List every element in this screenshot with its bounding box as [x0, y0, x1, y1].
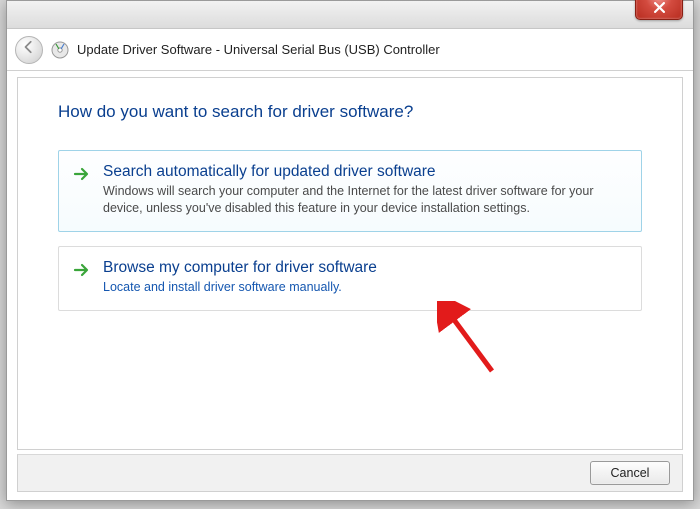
header-bar: Update Driver Software - Universal Seria… — [7, 29, 693, 71]
close-icon — [654, 1, 665, 16]
content-panel: How do you want to search for driver sof… — [17, 77, 683, 450]
option-description: Locate and install driver software manua… — [103, 279, 625, 296]
option-title: Browse my computer for driver software — [103, 259, 625, 277]
cancel-button[interactable]: Cancel — [590, 461, 670, 485]
window-title: Update Driver Software - Universal Seria… — [77, 42, 440, 57]
back-arrow-icon — [22, 40, 36, 59]
option-search-automatically[interactable]: Search automatically for updated driver … — [58, 150, 642, 232]
option-title: Search automatically for updated driver … — [103, 163, 625, 181]
arrow-right-icon — [73, 261, 91, 279]
titlebar — [7, 1, 693, 29]
option-description: Windows will search your computer and th… — [103, 183, 625, 217]
arrow-right-icon — [73, 165, 91, 183]
driver-disc-icon — [51, 41, 69, 59]
page-heading: How do you want to search for driver sof… — [58, 102, 642, 122]
option-browse-computer[interactable]: Browse my computer for driver software L… — [58, 246, 642, 311]
dialog-footer: Cancel — [17, 454, 683, 492]
close-button[interactable] — [635, 0, 683, 20]
back-button[interactable] — [15, 36, 43, 64]
dialog-window: Update Driver Software - Universal Seria… — [6, 0, 694, 501]
